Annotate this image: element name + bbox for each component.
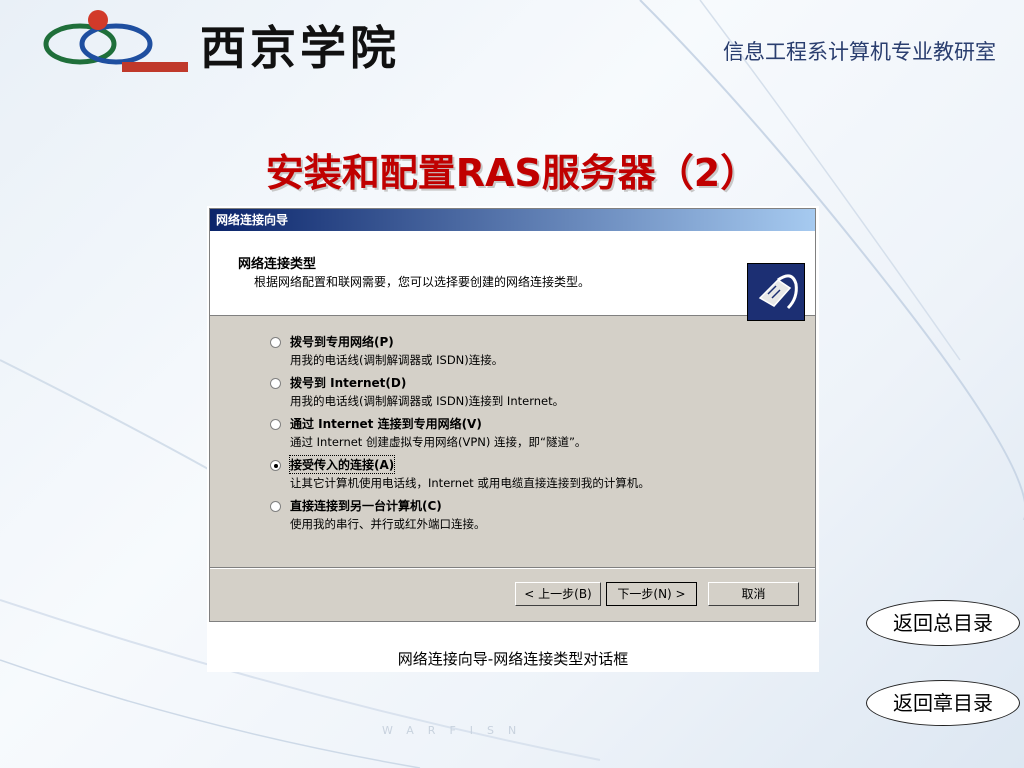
back-to-chapter-button[interactable]: 返回章目录 [866,680,1020,726]
network-plug-icon [747,263,805,321]
figure-caption: 网络连接向导-网络连接类型对话框 [397,650,629,668]
option-description: 让其它计算机使用电话线，Internet 或用电缆直接连接到我的计算机。 [290,476,650,490]
dialog-header-description: 根据网络配置和联网需要，您可以选择要创建的网络连接类型。 [254,275,591,289]
option-label[interactable]: 通过 Internet 连接到专用网络(V) [290,415,482,432]
next-button[interactable]: 下一步(N) > [606,582,697,606]
option-dial-private-network[interactable]: 拨号到专用网络(P) 用我的电话线(调制解调器或 ISDN)连接。 [270,333,800,374]
watermark-text: WARFISN [382,724,531,737]
option-description: 用我的电话线(调制解调器或 ISDN)连接。 [290,353,504,367]
dialog-title-bar: 网络连接向导 [210,209,815,231]
dialog-header-title: 网络连接类型 [238,257,317,272]
radio-button[interactable] [270,419,281,430]
connection-type-options: 拨号到专用网络(P) 用我的电话线(调制解调器或 ISDN)连接。 拨号到 In… [270,333,800,538]
option-label[interactable]: 拨号到 Internet(D) [290,374,406,391]
back-button[interactable]: < 上一步(B) [515,582,601,606]
cancel-button[interactable]: 取消 [708,582,799,606]
option-description: 使用我的串行、并行或红外端口连接。 [290,517,486,531]
school-logo [43,10,188,72]
option-label[interactable]: 直接连接到另一台计算机(C) [290,497,442,514]
department-name: 信息工程系计算机专业教研室 [723,40,996,64]
option-accept-incoming[interactable]: 接受传入的连接(A) 让其它计算机使用电话线，Internet 或用电缆直接连接… [270,455,800,497]
option-description: 用我的电话线(调制解调器或 ISDN)连接到 Internet。 [290,394,565,408]
dialog-header: 网络连接类型 根据网络配置和联网需要，您可以选择要创建的网络连接类型。 [210,231,815,321]
option-direct-connect[interactable]: 直接连接到另一台计算机(C) 使用我的串行、并行或红外端口连接。 [270,497,800,538]
option-label[interactable]: 接受传入的连接(A) [288,455,396,474]
school-name: 西京学院 [200,21,400,75]
slide-title: 安装和配置RAS服务器（2） [265,151,759,195]
radio-button[interactable] [270,378,281,389]
dialog-separator [210,567,815,569]
radio-button[interactable] [270,501,281,512]
option-label[interactable]: 拨号到专用网络(P) [290,333,394,350]
network-wizard-dialog: 网络连接向导 网络连接类型 根据网络配置和联网需要，您可以选择要创建的网络连接类… [209,208,816,622]
option-description: 通过 Internet 创建虚拟专用网络(VPN) 连接，即“隧道”。 [290,435,587,449]
back-to-toc-button[interactable]: 返回总目录 [866,600,1020,646]
option-dial-internet[interactable]: 拨号到 Internet(D) 用我的电话线(调制解调器或 ISDN)连接到 I… [270,374,800,415]
radio-button[interactable] [270,337,281,348]
option-vpn[interactable]: 通过 Internet 连接到专用网络(V) 通过 Internet 创建虚拟专… [270,415,800,456]
radio-button-selected[interactable] [270,460,281,471]
